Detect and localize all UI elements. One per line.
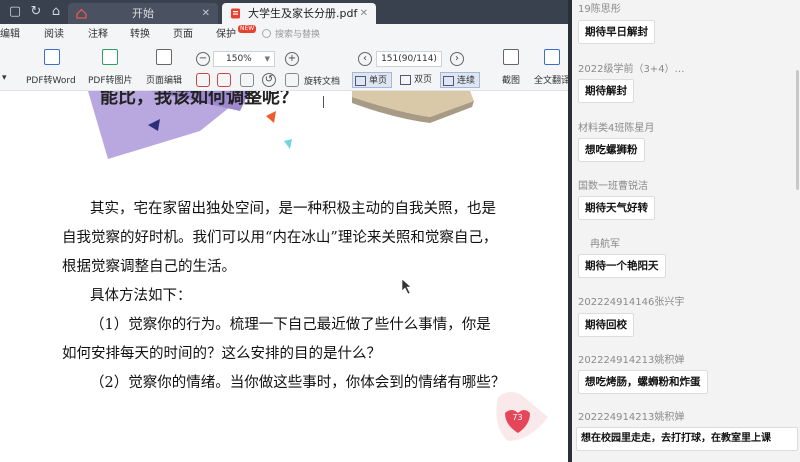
document-page[interactable]: 能比，我该如何调整呢？ 其实，宅在家留出独处空间，是一种积极主动的自我关照，也是… — [0, 91, 568, 462]
rotate-doc-label: 旋转文档 — [304, 77, 341, 87]
paragraph-line: 具体方法如下： — [90, 288, 192, 304]
double-page-icon — [400, 75, 411, 85]
double-page-label: 双页 — [414, 75, 433, 85]
window-menu-icon[interactable]: ▢ — [6, 3, 24, 21]
page-number-input[interactable]: 151(90/114) — [376, 51, 442, 67]
chat-sender: 材料类4班陈星月 — [578, 123, 655, 134]
menu-protect[interactable]: 保护 — [216, 24, 236, 45]
paragraph-line: （1）觉察你的行为。梳理一下自己最近做了些什么事情，你是 — [90, 317, 491, 333]
chat-message[interactable]: 期待早日解封 — [578, 20, 655, 44]
chat-scrollbar[interactable] — [796, 70, 799, 190]
page-number: 73 — [512, 413, 523, 422]
tab-pdf-label: 大学生及家长分册.pdf — [248, 7, 358, 20]
chat-panel: 19陈思彤 期待早日解封 2022级学前（3+4）… 期待解封 材料类4班陈星月… — [572, 0, 800, 462]
chat-sender: 202224914213姚积婵 — [578, 412, 685, 423]
new-badge: NEW — [238, 25, 257, 33]
image-icon — [102, 49, 118, 65]
zoom-value: 150% — [226, 54, 252, 64]
tab-pdf-file[interactable]: 大学生及家长分册.pdf ✕ — [222, 3, 376, 24]
double-page-button[interactable]: 双页 — [398, 72, 436, 88]
document-heading: 能比，我该如何调整呢？ — [100, 91, 298, 108]
pdf-reader: ▢ ↻ ⌂ 开始 ✕ 大学生及家长分册.pdf ✕ 编辑 阅读 注释 转换 页面… — [0, 0, 568, 462]
search-input[interactable]: 搜索与替换 — [262, 28, 372, 42]
tab-home[interactable]: 开始 ✕ — [68, 3, 218, 24]
paragraph-line: 自我觉察的好时机。我们可以用“内在冰山”理论来关照和觉察自己， — [62, 230, 498, 246]
screenshot-label: 截图 — [502, 76, 521, 86]
paragraph-line: 如何安排每天的时间的？这么安排的目的是什么？ — [62, 346, 381, 362]
search-icon — [262, 29, 271, 38]
pdf-to-word-label: PDF转Word — [26, 76, 76, 86]
pdf-to-image-label: PDF转图片 — [88, 76, 133, 86]
close-icon[interactable]: ✕ — [360, 3, 368, 24]
fit-page-icon[interactable] — [196, 73, 210, 87]
chat-message[interactable]: 期待一个艳阳天 — [578, 254, 666, 278]
single-page-button[interactable]: 单页 — [352, 72, 392, 88]
menu-convert[interactable]: 转换 — [130, 24, 150, 45]
chat-sender: 国数一班曹锐洁 — [578, 181, 648, 192]
zoom-out-icon[interactable]: − — [196, 52, 210, 66]
page-edit-label: 页面编辑 — [146, 76, 183, 86]
full-translate-label: 全文翻译 — [534, 76, 568, 86]
paragraph-line: （2）觉察你的情绪。当你做这些事时，你体会到的情绪有哪些？ — [90, 375, 506, 391]
paragraph-line: 其实，宅在家留出独处空间，是一种积极主动的自我关照，也是 — [90, 201, 496, 217]
single-page-label: 单页 — [369, 76, 388, 86]
chat-sender: 202224914146张兴宇 — [578, 297, 685, 308]
continuous-button[interactable]: 连续 — [440, 72, 480, 88]
chat-message[interactable]: 想吃烤肠，螺蛳粉和炸蛋 — [578, 370, 708, 394]
page-edit-icon — [156, 49, 172, 65]
chat-sender: 202224914213姚积婵 — [578, 355, 685, 366]
menu-bar: 编辑 阅读 注释 转换 页面 保护 NEW 搜索与替换 — [0, 24, 568, 45]
chat-sender: 19陈思彤 — [578, 4, 621, 15]
single-page-icon — [355, 76, 366, 86]
actual-size-icon[interactable] — [240, 73, 254, 87]
continuous-label: 连续 — [457, 76, 476, 86]
home-icon[interactable]: ⌂ — [47, 3, 65, 21]
refresh-icon[interactable]: ↻ — [27, 3, 45, 21]
app-window: ▢ ↻ ⌂ 开始 ✕ 大学生及家长分册.pdf ✕ 编辑 阅读 注释 转换 页面… — [0, 0, 800, 462]
menu-edit[interactable]: 编辑 — [0, 24, 20, 45]
fit-width-icon[interactable] — [217, 73, 231, 87]
tab-bar: ▢ ↻ ⌂ 开始 ✕ 大学生及家长分册.pdf ✕ — [0, 0, 568, 24]
chat-message[interactable]: 想吃螺狮粉 — [578, 138, 645, 162]
chat-message[interactable]: 期待天气好转 — [578, 196, 655, 220]
next-page-icon[interactable]: › — [450, 52, 464, 66]
zoom-in-icon[interactable]: + — [285, 52, 299, 66]
close-icon[interactable]: ✕ — [202, 3, 210, 24]
page-value: 151(90/114) — [381, 54, 437, 64]
menu-read[interactable]: 阅读 — [44, 24, 64, 45]
zoom-select[interactable]: 150% ▼ — [213, 51, 275, 67]
prev-page-icon[interactable]: ‹ — [358, 52, 372, 66]
pdf-file-icon — [231, 8, 240, 19]
paragraph-line: 根据觉察调整自己的生活。 — [62, 259, 236, 275]
menu-page[interactable]: 页面 — [173, 24, 193, 45]
search-placeholder: 搜索与替换 — [275, 30, 321, 40]
scissors-icon — [503, 49, 519, 65]
tab-home-label: 开始 — [132, 7, 154, 20]
chat-message[interactable]: 期待回校 — [578, 313, 634, 337]
toolbar: ▾ PDF转Word PDF转图片 页面编辑 − 150% ▼ + ↺ 旋转文档… — [0, 45, 568, 91]
rotate-left-icon[interactable]: ↺ — [262, 73, 276, 87]
menu-annotate[interactable]: 注释 — [88, 24, 108, 45]
chat-sender: 冉航军 — [590, 239, 620, 250]
translate-icon — [544, 49, 560, 65]
word-icon — [44, 49, 60, 65]
chevron-down-icon: ▼ — [264, 55, 270, 63]
chat-sender: 2022级学前（3+4）… — [578, 64, 685, 75]
rotate-right-icon[interactable] — [285, 73, 299, 87]
home-tab-icon — [76, 8, 87, 19]
chat-message[interactable]: 期待解封 — [578, 79, 634, 103]
chat-message[interactable]: 想在校园里走走，去打打球，在教室里上课 — [576, 427, 798, 451]
continuous-icon — [443, 76, 454, 86]
page-illustration — [88, 91, 548, 441]
